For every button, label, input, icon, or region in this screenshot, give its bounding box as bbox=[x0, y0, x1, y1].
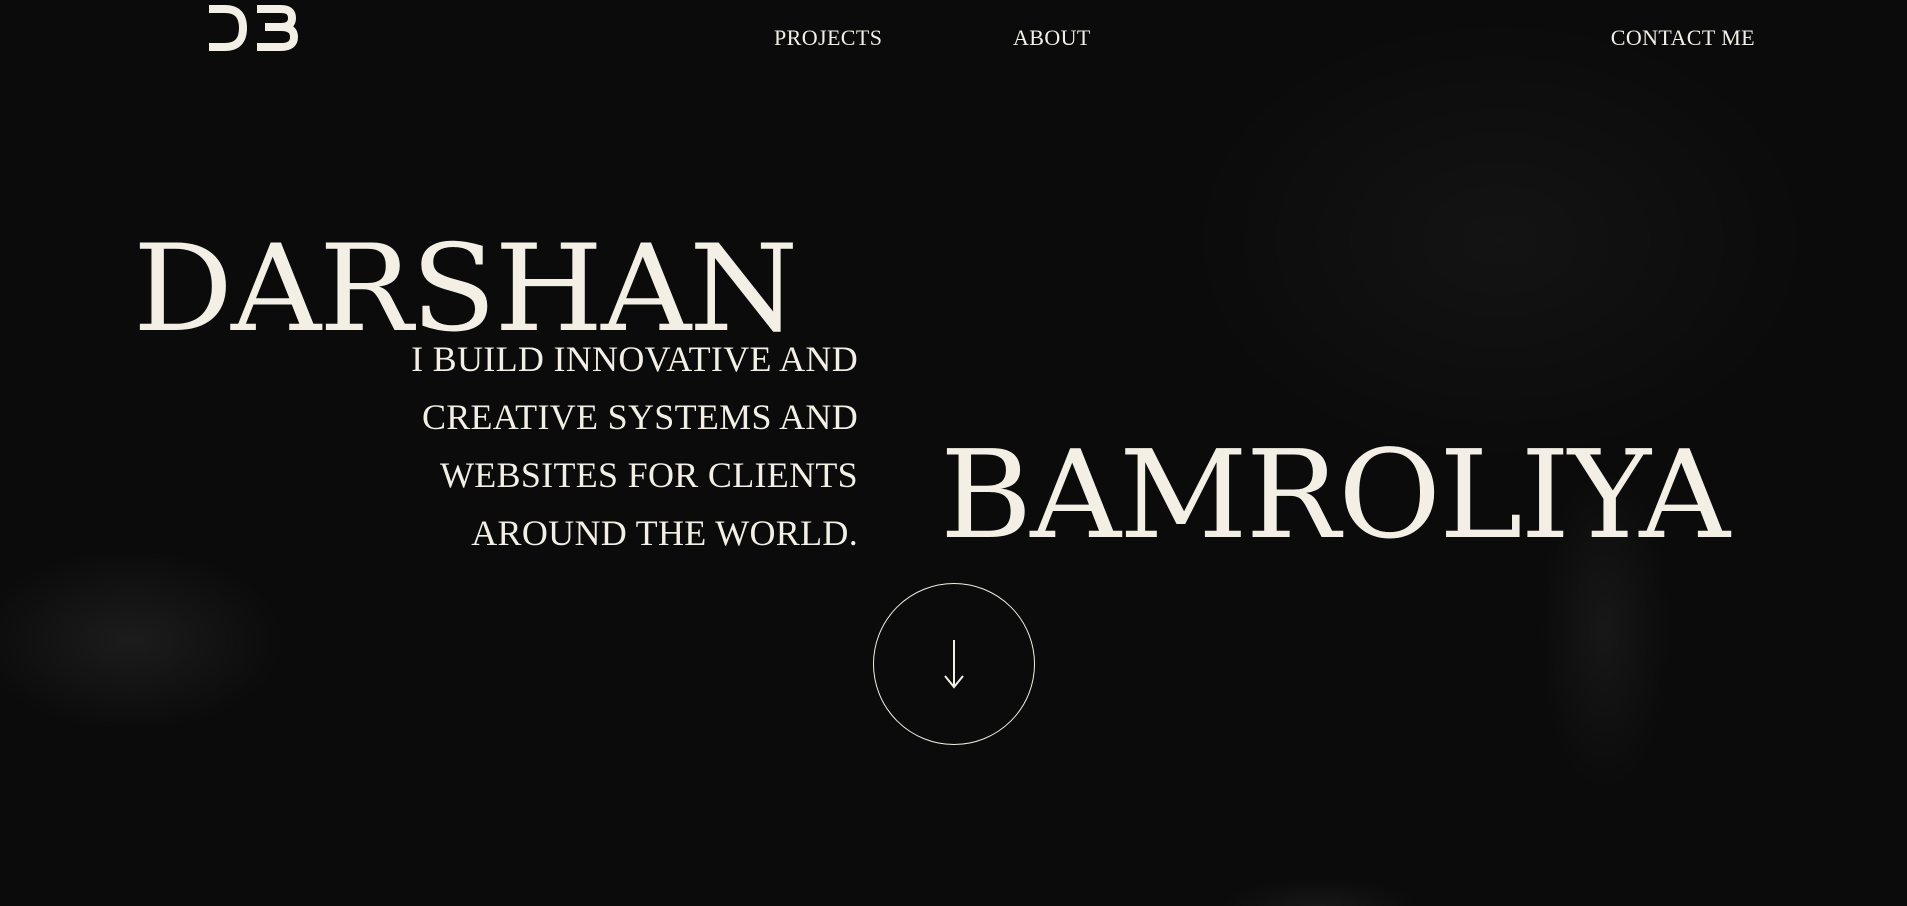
scroll-down-button[interactable] bbox=[873, 583, 1035, 745]
brand-logo[interactable] bbox=[205, 2, 300, 54]
tagline-line: AROUND THE WORLD. bbox=[471, 513, 858, 553]
hero-last-name: BAMROLIYA bbox=[940, 423, 1730, 566]
hero-tagline: I BUILD INNOVATIVE AND CREATIVE SYSTEMS … bbox=[338, 330, 858, 562]
nav-contact-me[interactable]: CONTACT ME bbox=[1611, 25, 1755, 51]
db-monogram-logo-icon bbox=[209, 5, 299, 51]
nav-about[interactable]: ABOUT bbox=[1013, 25, 1091, 51]
nav-projects[interactable]: PROJECTS bbox=[774, 25, 882, 51]
tagline-line: WEBSITES FOR CLIENTS bbox=[439, 455, 858, 495]
tagline-line: I BUILD INNOVATIVE AND bbox=[411, 339, 858, 379]
arrow-down-icon bbox=[942, 638, 966, 690]
tagline-line: CREATIVE SYSTEMS AND bbox=[421, 397, 858, 437]
